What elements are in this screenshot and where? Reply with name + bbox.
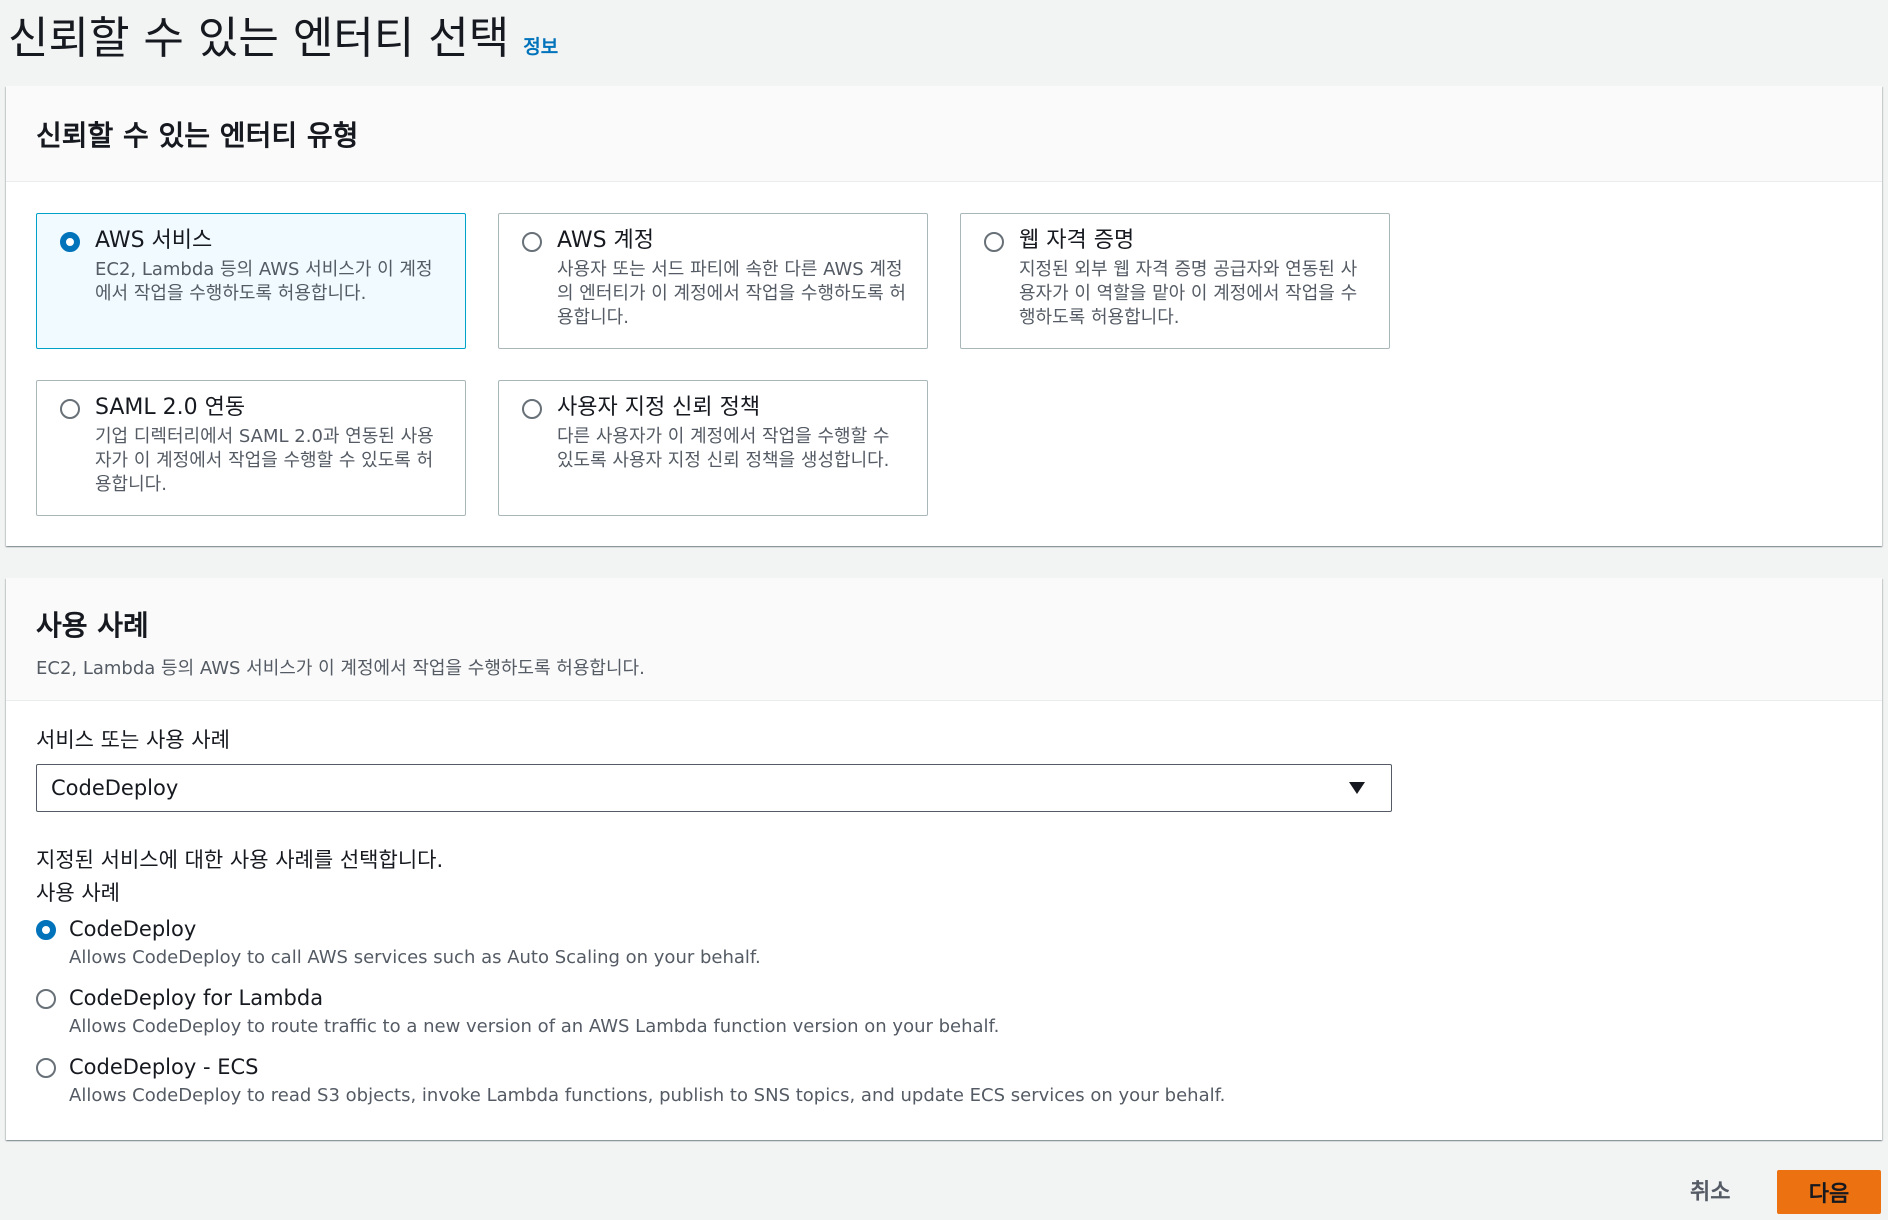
tile-custom-trust-policy[interactable]: 사용자 지정 신뢰 정책 다른 사용자가 이 계정에서 작업을 수행할 수 있도… bbox=[498, 380, 928, 516]
codedeploy-radio[interactable] bbox=[36, 920, 56, 940]
option-description: Allows CodeDeploy to call AWS services s… bbox=[69, 947, 761, 968]
option-description: Allows CodeDeploy to route traffic to a … bbox=[69, 1016, 1000, 1037]
aws-account-radio[interactable] bbox=[522, 232, 542, 252]
codedeploy-lambda-radio[interactable] bbox=[36, 989, 56, 1009]
use-case-help-text: 지정된 서비스에 대한 사용 사례를 선택합니다. bbox=[36, 848, 444, 872]
trusted-entity-title: 신뢰할 수 있는 엔터티 유형 bbox=[36, 119, 359, 152]
tile-aws-service[interactable]: AWS 서비스 EC2, Lambda 등의 AWS 서비스가 이 계정에서 작… bbox=[36, 213, 466, 349]
custom-trust-policy-radio[interactable] bbox=[522, 399, 542, 419]
tile-description: 기업 디렉터리에서 SAML 2.0과 연동된 사용자가 이 계정에서 작업을 … bbox=[95, 426, 434, 495]
cancel-button[interactable]: 취소 bbox=[1690, 1174, 1730, 1206]
use-case-panel-header: 사용 사례 EC2, Lambda 등의 AWS 서비스가 이 계정에서 작업을… bbox=[6, 578, 1882, 701]
tile-web-identity[interactable]: 웹 자격 증명 지정된 외부 웹 자격 증명 공급자와 연동된 사용자가 이 역… bbox=[960, 213, 1390, 349]
tile-label: AWS 계정 bbox=[557, 228, 655, 253]
use-case-description: EC2, Lambda 등의 AWS 서비스가 이 계정에서 작업을 수행하도록… bbox=[36, 658, 645, 679]
trusted-entity-panel-header: 신뢰할 수 있는 엔터티 유형 bbox=[6, 86, 1882, 182]
option-description: Allows CodeDeploy to read S3 objects, in… bbox=[69, 1085, 1226, 1106]
tile-label: AWS 서비스 bbox=[95, 228, 213, 253]
web-identity-radio[interactable] bbox=[984, 232, 1004, 252]
use-case-group-label: 사용 사례 bbox=[36, 881, 120, 905]
service-select[interactable]: CodeDeploy bbox=[36, 764, 1392, 812]
page-title-text: 신뢰할 수 있는 엔터티 선택 bbox=[8, 13, 510, 64]
trusted-entity-panel: 신뢰할 수 있는 엔터티 유형 AWS 서비스 EC2, Lambda 등의 A… bbox=[6, 86, 1882, 546]
aws-service-radio[interactable] bbox=[60, 232, 80, 252]
option-label: CodeDeploy - ECS bbox=[69, 1055, 259, 1079]
service-select-value: CodeDeploy bbox=[51, 776, 179, 800]
tile-aws-account[interactable]: AWS 계정 사용자 또는 서드 파티에 속한 다른 AWS 계정의 엔터티가 … bbox=[498, 213, 928, 349]
service-select-label: 서비스 또는 사용 사례 bbox=[36, 728, 230, 752]
option-label: CodeDeploy bbox=[69, 917, 197, 941]
tile-description: 사용자 또는 서드 파티에 속한 다른 AWS 계정의 엔터티가 이 계정에서 … bbox=[557, 259, 906, 328]
caret-down-icon bbox=[1349, 782, 1365, 794]
option-label: CodeDeploy for Lambda bbox=[69, 986, 324, 1010]
use-case-panel: 사용 사례 EC2, Lambda 등의 AWS 서비스가 이 계정에서 작업을… bbox=[6, 578, 1882, 1140]
tile-label: 웹 자격 증명 bbox=[1019, 228, 1135, 253]
tile-label: SAML 2.0 연동 bbox=[95, 395, 246, 420]
next-button[interactable]: 다음 bbox=[1777, 1170, 1881, 1214]
info-link[interactable]: 정보 bbox=[523, 32, 558, 59]
use-case-title: 사용 사례 bbox=[36, 609, 149, 642]
tile-label: 사용자 지정 신뢰 정책 bbox=[557, 395, 761, 420]
codedeploy-ecs-radio[interactable] bbox=[36, 1058, 56, 1078]
tile-description: 다른 사용자가 이 계정에서 작업을 수행할 수 있도록 사용자 지정 신뢰 정… bbox=[557, 426, 890, 471]
tile-saml-federation[interactable]: SAML 2.0 연동 기업 디렉터리에서 SAML 2.0과 연동된 사용자가… bbox=[36, 380, 466, 516]
saml-radio[interactable] bbox=[60, 399, 80, 419]
tile-description: EC2, Lambda 등의 AWS 서비스가 이 계정에서 작업을 수행하도록… bbox=[95, 259, 433, 304]
tile-description: 지정된 외부 웹 자격 증명 공급자와 연동된 사용자가 이 역할을 맡아 이 … bbox=[1019, 259, 1358, 328]
page-title: 신뢰할 수 있는 엔터티 선택 정보 bbox=[8, 2, 558, 66]
